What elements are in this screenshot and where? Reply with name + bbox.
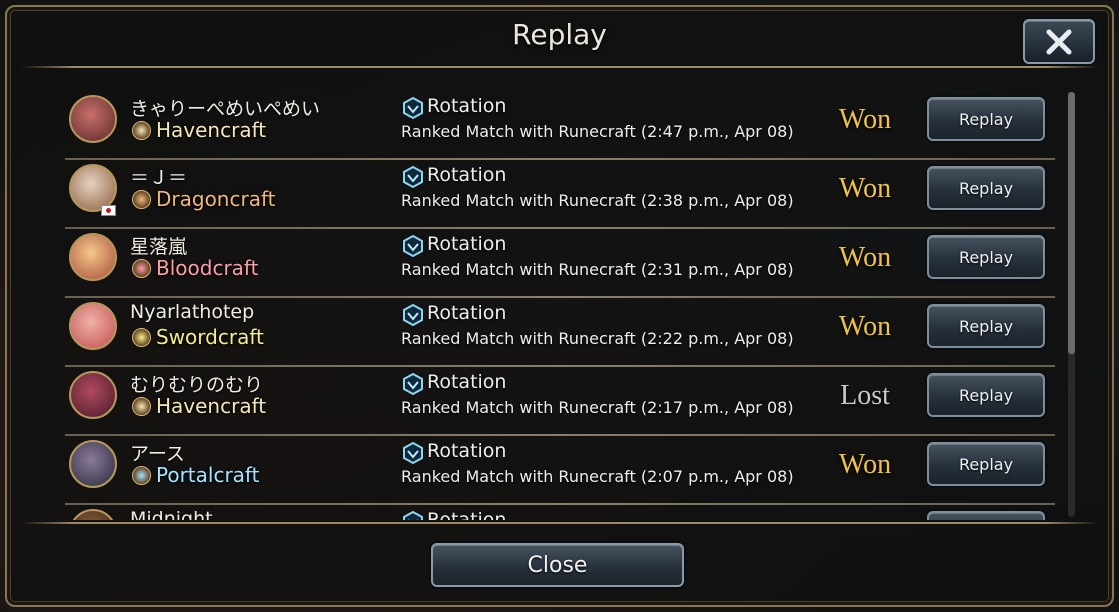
rotation-format-icon xyxy=(403,372,423,396)
player-name: むりむりのむり xyxy=(130,374,264,396)
match-description: Ranked Match with Runecraft (2:47 p.m., … xyxy=(401,122,794,141)
class-emblem-icon xyxy=(132,190,151,209)
match-result: Won xyxy=(838,242,892,273)
player-avatar xyxy=(69,233,117,281)
rotation-format-icon xyxy=(403,234,423,258)
format-label: Rotation xyxy=(427,371,507,393)
format-label: Rotation xyxy=(427,164,507,186)
player-name: きゃりーぺめいぺめい xyxy=(130,98,321,120)
player-name: Nyarlathotep xyxy=(130,301,255,323)
match-result: Won xyxy=(838,104,892,135)
player-name: アース xyxy=(130,443,185,465)
close-x-icon xyxy=(1046,29,1072,54)
format-label: Rotation xyxy=(427,509,507,520)
match-description: Ranked Match with Runecraft (2:22 p.m., … xyxy=(401,329,794,348)
player-avatar xyxy=(69,509,117,520)
replay-row: むりむりのむり Havencraft Rotation Ranked Match wi… xyxy=(65,366,1055,436)
format-label: Rotation xyxy=(427,233,507,255)
rotation-format-icon xyxy=(403,303,423,327)
replay-row: 星落嵐 Bloodcraft Rotation Ranked Match with R… xyxy=(65,228,1055,298)
replay-button[interactable]: Replay xyxy=(927,304,1045,348)
player-name: Midnight xyxy=(130,508,213,520)
match-result: Won xyxy=(838,449,892,480)
rotation-format-icon xyxy=(403,165,423,189)
match-result: Won xyxy=(838,173,892,204)
class-name: Swordcraft xyxy=(156,325,264,349)
replay-row: きゃりーぺめいぺめい Havencraft Rotation Ranked Match… xyxy=(65,90,1055,160)
rotation-format-icon xyxy=(403,510,423,520)
close-x-button[interactable] xyxy=(1023,19,1095,64)
title-divider xyxy=(20,66,1099,68)
match-description: Ranked Match with Runecraft (2:38 p.m., … xyxy=(401,191,794,210)
player-name: 星落嵐 xyxy=(130,236,188,258)
scrollbar[interactable] xyxy=(1068,92,1075,517)
replay-row: Midnight Rotation xyxy=(65,504,1055,520)
replay-button[interactable]: Replay xyxy=(927,166,1045,210)
player-avatar xyxy=(69,95,117,143)
close-button[interactable]: Close xyxy=(431,543,684,587)
rotation-format-icon xyxy=(403,441,423,465)
match-result: Lost xyxy=(840,380,890,411)
format-label: Rotation xyxy=(427,95,507,117)
match-description: Ranked Match with Runecraft (2:31 p.m., … xyxy=(401,260,794,279)
replay-list[interactable]: きゃりーぺめいぺめい Havencraft Rotation Ranked Match… xyxy=(65,90,1060,520)
dialog-title: Replay xyxy=(512,18,607,51)
japan-flag-icon xyxy=(101,205,116,216)
replay-row: ＝Ｊ＝ Dragoncraft Rotation Ranked Match with … xyxy=(65,159,1055,229)
class-name: Portalcraft xyxy=(156,463,260,487)
class-name: Havencraft xyxy=(156,118,267,142)
replay-button[interactable]: Replay xyxy=(927,235,1045,279)
match-result: Won xyxy=(838,311,892,342)
format-label: Rotation xyxy=(427,302,507,324)
class-name: Dragoncraft xyxy=(156,187,276,211)
replay-button[interactable]: Replay xyxy=(927,97,1045,141)
player-avatar xyxy=(69,440,117,488)
scrollbar-thumb[interactable] xyxy=(1068,92,1075,354)
class-emblem-icon xyxy=(132,328,151,347)
class-emblem-icon xyxy=(132,397,151,416)
player-avatar xyxy=(69,302,117,350)
rotation-format-icon xyxy=(403,96,423,120)
bottom-divider xyxy=(20,522,1099,524)
replay-row: アース Portalcraft Rotation Ranked Match with … xyxy=(65,435,1055,505)
player-name: ＝Ｊ＝ xyxy=(130,167,188,189)
player-avatar xyxy=(69,371,117,419)
replay-button[interactable] xyxy=(927,511,1045,520)
class-name: Bloodcraft xyxy=(156,256,259,280)
format-label: Rotation xyxy=(427,440,507,462)
match-description: Ranked Match with Runecraft (2:07 p.m., … xyxy=(401,467,794,486)
replay-row: Nyarlathotep Swordcraft Rotation Ranked Mat… xyxy=(65,297,1055,367)
class-emblem-icon xyxy=(132,259,151,278)
match-description: Ranked Match with Runecraft (2:17 p.m., … xyxy=(401,398,794,417)
replay-button[interactable]: Replay xyxy=(927,373,1045,417)
class-emblem-icon xyxy=(132,121,151,140)
class-emblem-icon xyxy=(132,466,151,485)
replay-button[interactable]: Replay xyxy=(927,442,1045,486)
class-name: Havencraft xyxy=(156,394,267,418)
